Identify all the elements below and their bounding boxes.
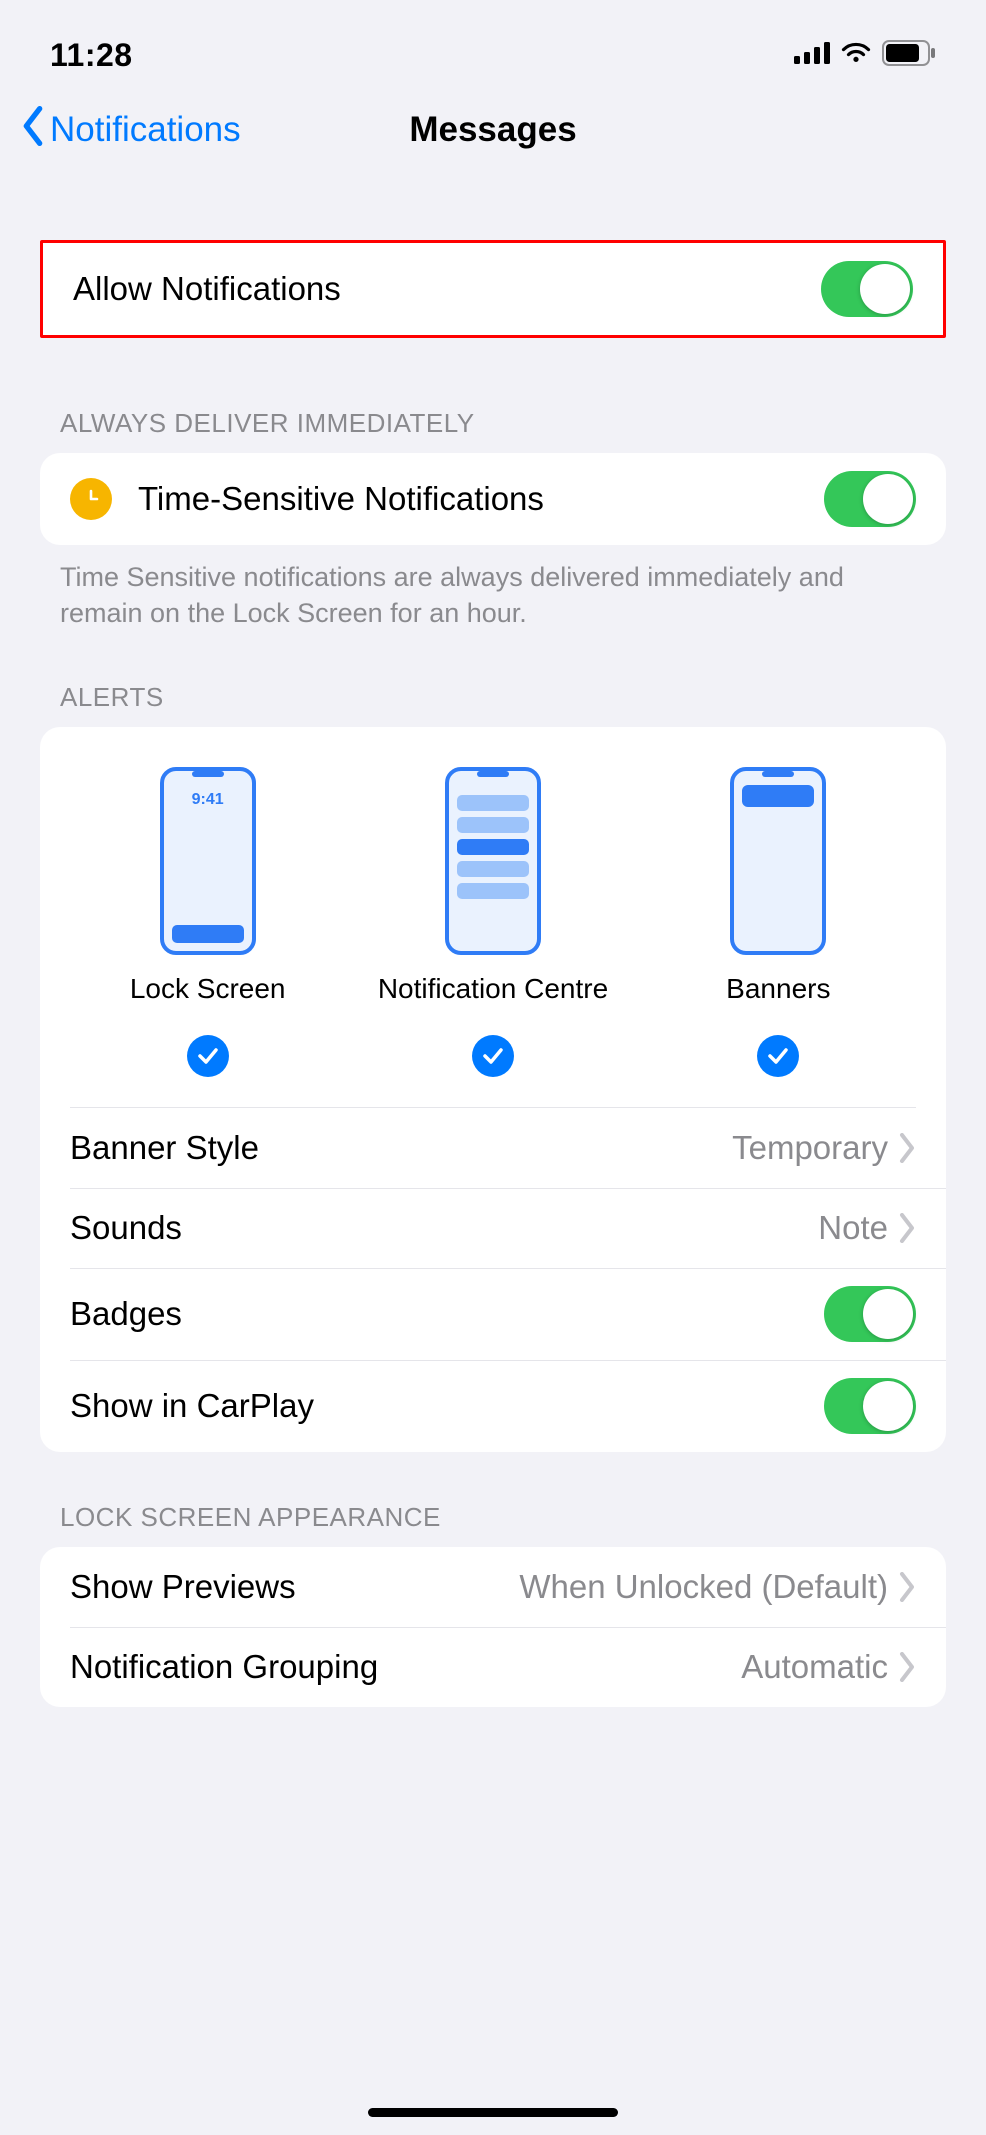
show-previews-value: When Unlocked (Default)	[312, 1568, 888, 1606]
allow-notifications-row[interactable]: Allow Notifications	[43, 243, 943, 335]
sounds-label: Sounds	[70, 1209, 818, 1247]
sounds-value: Note	[818, 1209, 888, 1247]
battery-icon	[882, 40, 936, 71]
section-header-alerts: Alerts	[40, 682, 946, 727]
cellular-icon	[794, 42, 830, 69]
banners-preview-icon	[730, 767, 826, 955]
alert-option-label: Lock Screen	[130, 973, 286, 1005]
time-sensitive-row[interactable]: Time-Sensitive Notifications	[40, 453, 946, 545]
back-button[interactable]: Notifications	[20, 106, 241, 155]
carplay-row[interactable]: Show in CarPlay	[40, 1360, 946, 1452]
time-sensitive-label: Time-Sensitive Notifications	[138, 480, 824, 518]
show-previews-row[interactable]: Show Previews When Unlocked (Default)	[40, 1547, 946, 1627]
section-allow: Allow Notifications	[0, 240, 986, 338]
banner-style-label: Banner Style	[70, 1129, 732, 1167]
checkmark-icon	[187, 1035, 229, 1077]
banner-style-row[interactable]: Banner Style Temporary	[40, 1108, 946, 1188]
clock-icon	[70, 478, 112, 520]
alerts-card: 9:41 Lock Screen	[40, 727, 946, 1452]
back-label: Notifications	[50, 110, 241, 150]
status-icons	[794, 40, 936, 71]
carplay-label: Show in CarPlay	[70, 1387, 824, 1425]
show-previews-label: Show Previews	[70, 1568, 296, 1606]
sounds-row[interactable]: Sounds Note	[40, 1188, 946, 1268]
alert-option-lock-screen[interactable]: 9:41 Lock Screen	[70, 767, 345, 1077]
allow-notifications-label: Allow Notifications	[73, 270, 821, 308]
chevron-right-icon	[898, 1133, 916, 1163]
badges-switch[interactable]	[824, 1286, 916, 1342]
nav-bar: Notifications Messages	[0, 90, 986, 170]
highlight-box: Allow Notifications	[40, 240, 946, 338]
section-alerts: Alerts 9:41 Lock Screen	[0, 682, 986, 1452]
alert-style-options: 9:41 Lock Screen	[70, 767, 916, 1108]
alert-option-label: Notification Centre	[378, 973, 608, 1005]
badges-row[interactable]: Badges	[40, 1268, 946, 1360]
preview-clock: 9:41	[172, 791, 244, 809]
section-header-always: Always Deliver Immediately	[40, 408, 946, 453]
wifi-icon	[840, 41, 872, 70]
section-lockscreen-appearance: Lock Screen Appearance Show Previews Whe…	[0, 1502, 986, 1707]
chevron-right-icon	[898, 1572, 916, 1602]
alert-option-notification-centre[interactable]: Notification Centre	[355, 767, 630, 1077]
notification-grouping-label: Notification Grouping	[70, 1648, 741, 1686]
checkmark-icon	[472, 1035, 514, 1077]
lock-screen-preview-icon: 9:41	[160, 767, 256, 955]
banner-style-value: Temporary	[732, 1129, 888, 1167]
status-time: 11:28	[50, 37, 133, 74]
chevron-left-icon	[20, 106, 46, 155]
chevron-right-icon	[898, 1213, 916, 1243]
alerts-rows: Banner Style Temporary Sounds Note Badge…	[40, 1108, 946, 1452]
home-indicator[interactable]	[368, 2108, 618, 2117]
badges-label: Badges	[70, 1295, 824, 1333]
status-bar: 11:28	[0, 0, 986, 90]
section-time-sensitive: Always Deliver Immediately Time-Sensitiv…	[0, 408, 986, 632]
checkmark-icon	[757, 1035, 799, 1077]
time-sensitive-switch[interactable]	[824, 471, 916, 527]
notification-grouping-row[interactable]: Notification Grouping Automatic	[40, 1627, 946, 1707]
carplay-switch[interactable]	[824, 1378, 916, 1434]
settings-screen: 11:28	[0, 0, 986, 2135]
alert-option-label: Banners	[726, 973, 830, 1005]
allow-notifications-switch[interactable]	[821, 261, 913, 317]
section-header-lockscreen: Lock Screen Appearance	[40, 1502, 946, 1547]
alert-option-banners[interactable]: Banners	[641, 767, 916, 1077]
notification-grouping-value: Automatic	[741, 1648, 888, 1686]
chevron-right-icon	[898, 1652, 916, 1682]
notification-centre-preview-icon	[445, 767, 541, 955]
time-sensitive-footer: Time Sensitive notifications are always …	[40, 545, 946, 632]
